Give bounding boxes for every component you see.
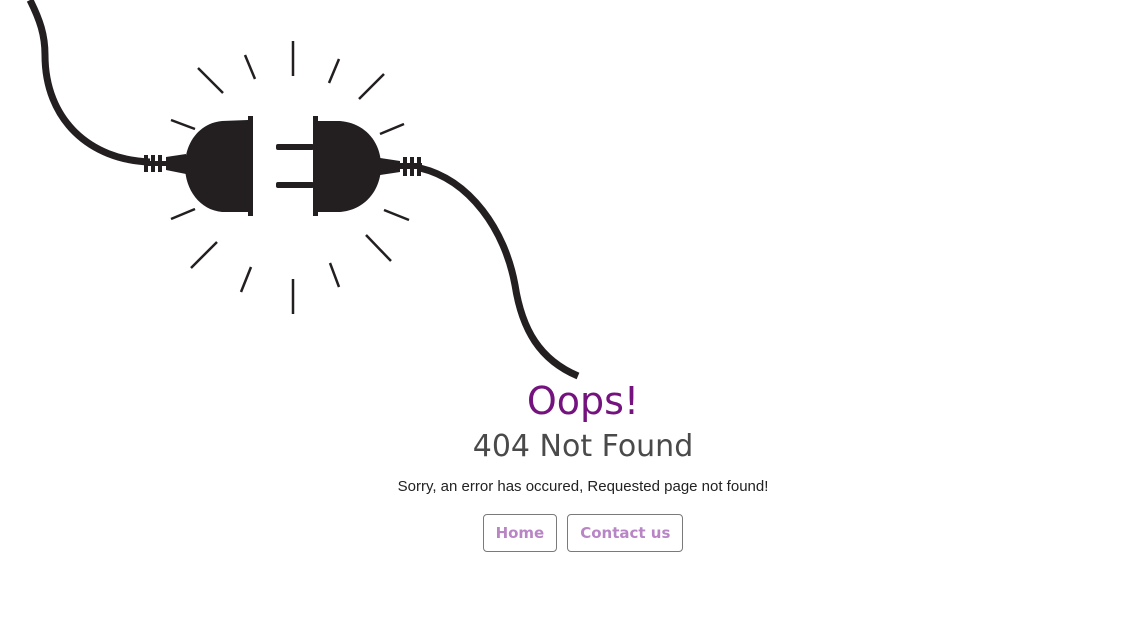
action-buttons: Home Contact us [0,514,1128,552]
error-page: Oops! 404 Not Found Sorry, an error has … [0,0,1128,631]
contact-us-button[interactable]: Contact us [567,514,684,552]
home-button[interactable]: Home [482,514,558,552]
error-message: Sorry, an error has occured, Requested p… [397,478,769,495]
error-code-title: 404 Not Found [472,429,694,464]
unplugged-cable-icon [26,0,580,380]
oops-headline: Oops! [526,379,640,423]
error-content: Oops! 404 Not Found Sorry, an error has … [0,378,1128,552]
